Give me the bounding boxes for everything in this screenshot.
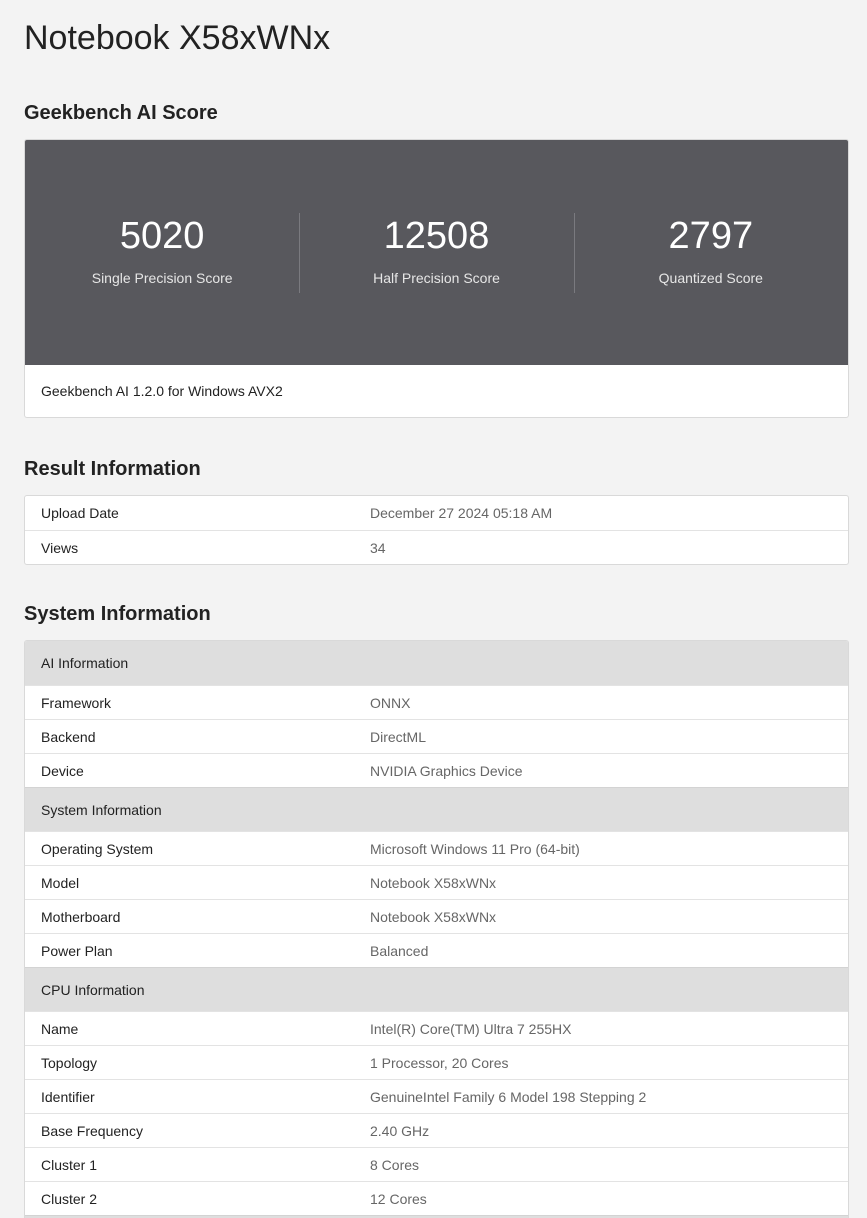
row-value: 2.40 GHz (370, 1122, 430, 1139)
table-row: Identifier GenuineIntel Family 6 Model 1… (25, 1079, 848, 1113)
row-value: Microsoft Windows 11 Pro (64-bit) (370, 840, 580, 857)
group-header-ai: AI Information (25, 641, 848, 685)
row-key: Backend (41, 728, 96, 745)
benchmark-version: Geekbench AI 1.2.0 for Windows AVX2 (41, 383, 283, 399)
score-section-title: Geekbench AI Score (24, 102, 218, 124)
row-value: 8 Cores (370, 1156, 420, 1173)
table-row: Name Intel(R) Core(TM) Ultra 7 255HX (25, 1011, 848, 1045)
table-row: Motherboard Notebook X58xWNx (25, 899, 848, 933)
table-row: Cluster 2 12 Cores (25, 1181, 848, 1215)
row-key: Topology (41, 1054, 98, 1071)
score-value: 2797 (668, 214, 754, 257)
table-row: Power Plan Balanced (25, 933, 848, 967)
single-precision-score: 5020 Single Precision Score (25, 213, 299, 293)
row-key: Identifier (41, 1088, 95, 1105)
table-row: Device NVIDIA Graphics Device (25, 753, 848, 787)
table-row: Operating System Microsoft Windows 11 Pr… (25, 831, 848, 865)
row-key: Upload Date (41, 505, 119, 521)
score-value: 5020 (119, 214, 205, 257)
system-info-table: AI Information Framework ONNX Backend Di… (24, 640, 849, 1218)
row-value: 34 (370, 539, 386, 556)
row-value: ONNX (370, 694, 411, 711)
table-row: Model Notebook X58xWNx (25, 865, 848, 899)
system-section-title: System Information (24, 603, 211, 625)
row-key: Cluster 2 (41, 1190, 98, 1207)
row-key: Power Plan (41, 942, 113, 959)
row-key: Views (41, 539, 79, 556)
row-value: 1 Processor, 20 Cores (370, 1054, 509, 1071)
row-value: NVIDIA Graphics Device (370, 762, 523, 779)
table-row: Framework ONNX (25, 685, 848, 719)
score-value: 12508 (383, 214, 490, 257)
row-key: Model (41, 874, 80, 891)
row-key: Operating System (41, 840, 154, 857)
page-title: Notebook X58xWNx (24, 19, 331, 57)
half-precision-score: 12508 Half Precision Score (299, 212, 573, 293)
result-info-table: Upload Date December 27 2024 05:18 AM Vi… (24, 495, 849, 565)
row-value: DirectML (370, 728, 427, 745)
row-value: Notebook X58xWNx (370, 908, 497, 925)
score-card: 5020 Single Precision Score 12508 Half P… (24, 139, 849, 418)
table-row: Upload Date December 27 2024 05:18 AM (25, 496, 848, 530)
row-key: Cluster 1 (41, 1156, 98, 1173)
table-row: Cluster 1 8 Cores (25, 1147, 848, 1181)
row-key: Framework (41, 694, 112, 711)
result-section-title: Result Information (24, 458, 201, 480)
table-row: Backend DirectML (25, 719, 848, 753)
score-label: Single Precision Score (91, 269, 233, 286)
row-key: Base Frequency (41, 1122, 143, 1139)
row-value: Notebook X58xWNx (370, 874, 497, 891)
row-key: Name (41, 1020, 79, 1037)
row-value: December 27 2024 05:18 AM (370, 505, 553, 521)
table-row: Topology 1 Processor, 20 Cores (25, 1045, 848, 1079)
row-value: Intel(R) Core(TM) Ultra 7 255HX (370, 1020, 572, 1037)
score-label: Half Precision Score (373, 269, 500, 286)
table-row: Base Frequency 2.40 GHz (25, 1113, 848, 1147)
score-panel: 5020 Single Precision Score 12508 Half P… (25, 140, 848, 365)
table-row: Views 34 (25, 530, 848, 564)
row-value: 12 Cores (370, 1190, 427, 1207)
row-value: GenuineIntel Family 6 Model 198 Stepping… (370, 1088, 647, 1105)
row-key: Device (41, 762, 84, 779)
score-label: Quantized Score (658, 269, 763, 286)
row-key: Motherboard (41, 908, 121, 925)
group-header-cpu: CPU Information (25, 967, 848, 1011)
quantized-score: 2797 Quantized Score (573, 212, 848, 293)
group-header-system: System Information (25, 787, 848, 831)
row-value: Balanced (370, 942, 429, 959)
